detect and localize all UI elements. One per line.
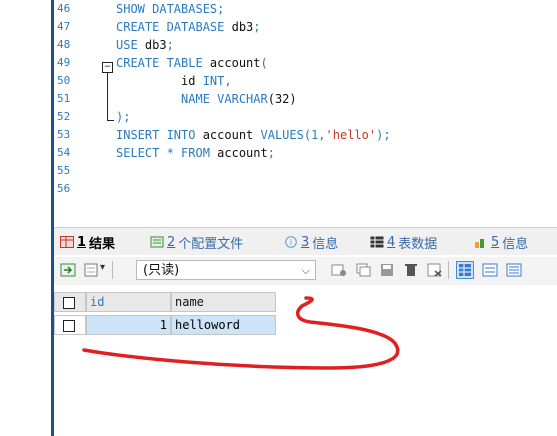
red-annotation-scribble xyxy=(82,296,400,370)
